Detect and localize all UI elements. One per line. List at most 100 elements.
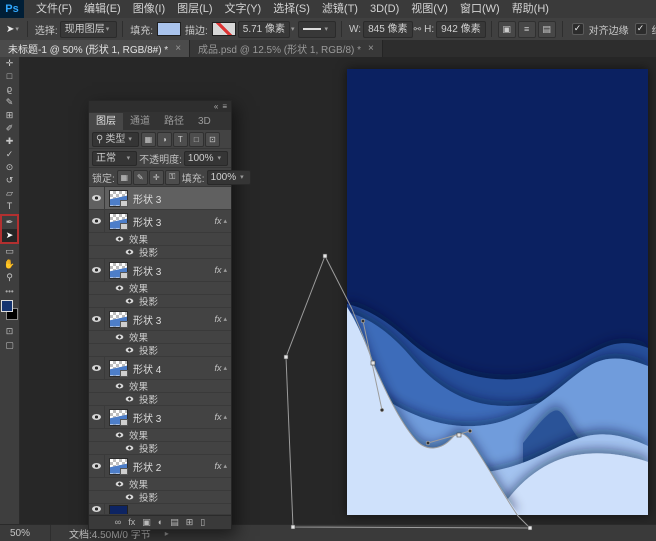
brush-tool[interactable]: ✓ (0, 148, 19, 161)
drop-shadow-row[interactable]: 投影 (89, 491, 231, 504)
fx-collapse-icon[interactable]: ▴ (223, 266, 227, 274)
fx-badge[interactable]: fx (214, 216, 221, 226)
tool-preset-dropdown-icon[interactable]: ▾ (15, 25, 19, 33)
layer-thumbnail[interactable] (109, 409, 128, 426)
lock-transparent-icon[interactable]: ▦ (117, 170, 132, 185)
filter-type-icon[interactable]: T (173, 132, 188, 147)
layer-thumbnail[interactable] (109, 458, 128, 475)
eraser-tool[interactable]: ▱ (0, 187, 19, 200)
layer-name[interactable]: 形状 3 (133, 263, 214, 278)
layer-name[interactable]: 形状 2 (133, 459, 214, 474)
new-layer-icon[interactable]: ⊞ (186, 516, 194, 529)
layer-fill-field[interactable]: 100% ▾ (207, 170, 251, 185)
layer-mask-icon[interactable]: ▣ (142, 516, 151, 529)
layer-row[interactable]: 形状 3 (89, 187, 231, 210)
stroke-style-dropdown[interactable]: ▾ (298, 21, 337, 38)
fx-badge[interactable]: fx (214, 461, 221, 471)
layer-name[interactable]: 形状 3 (133, 312, 214, 327)
lock-paint-icon[interactable]: ✎ (133, 170, 148, 185)
fx-collapse-icon[interactable]: ▴ (223, 217, 227, 225)
screen-mode-icon[interactable]: ▢ (5, 338, 14, 352)
effects-row[interactable]: 效果 (89, 478, 231, 491)
path-arrangement-icon[interactable]: ▤ (538, 21, 556, 38)
layer-thumbnail[interactable] (109, 311, 128, 328)
menu-item[interactable]: 帮助(H) (506, 0, 555, 18)
quick-mask-icon[interactable]: ⊡ (6, 324, 14, 338)
layer-row[interactable]: 形状 3 fx ▴ (89, 210, 231, 233)
shape-width-field[interactable]: 845 像素 (363, 21, 412, 38)
link-layers-icon[interactable]: ∞ (115, 516, 121, 529)
layer-row[interactable]: 形状 3 fx ▴ (89, 259, 231, 282)
effects-row[interactable]: 效果 (89, 233, 231, 246)
panel-tab-图层[interactable]: 图层 (89, 113, 123, 130)
close-icon[interactable]: × (175, 43, 181, 54)
zoom-tool[interactable]: ⚲ (0, 271, 19, 284)
eye-icon[interactable] (116, 481, 124, 486)
fx-badge[interactable]: fx (214, 265, 221, 275)
panel-tab-路径[interactable]: 路径 (157, 113, 191, 130)
history-brush-tool[interactable]: ↺ (0, 174, 19, 187)
layer-thumbnail[interactable] (109, 505, 128, 515)
eye-icon[interactable] (116, 285, 124, 290)
path-anchor-point[interactable] (323, 254, 327, 258)
move-tool[interactable]: ✛ (0, 57, 19, 70)
lock-move-icon[interactable]: ✛ (149, 170, 164, 185)
visibility-toggle[interactable] (89, 259, 105, 281)
path-anchor-point[interactable] (284, 355, 288, 359)
align-edges-checkbox[interactable]: ✓ (572, 23, 584, 35)
type-tool[interactable]: T (0, 200, 19, 213)
adjustment-layer-icon[interactable]: ◐ (158, 516, 163, 529)
layer-thumbnail[interactable] (109, 360, 128, 377)
lasso-tool[interactable]: ϱ (0, 83, 19, 96)
menu-item[interactable]: 视图(V) (405, 0, 454, 18)
panel-tab-通道[interactable]: 通道 (123, 113, 157, 130)
visibility-toggle[interactable] (89, 406, 105, 428)
path-operations-icon[interactable]: ▣ (498, 21, 516, 38)
layer-name[interactable]: 形状 3 (133, 410, 214, 425)
layer-name[interactable]: 形状 3 (133, 191, 231, 206)
menu-item[interactable]: 编辑(E) (78, 0, 127, 18)
effects-row[interactable]: 效果 (89, 331, 231, 344)
close-icon[interactable]: × (368, 43, 374, 54)
chevron-down-icon[interactable]: ▾ (291, 25, 295, 33)
edit-toolbar-icon[interactable]: ••• (5, 288, 13, 296)
menu-item[interactable]: 滤镜(T) (316, 0, 364, 18)
filter-pixel-icon[interactable]: ▦ (141, 132, 156, 147)
quick-selection-tool[interactable]: ✎ (0, 96, 19, 109)
shape-tool[interactable]: ▭ (0, 245, 19, 258)
menu-item[interactable]: 窗口(W) (454, 0, 506, 18)
eye-icon[interactable] (116, 236, 124, 241)
blend-mode-dropdown[interactable]: 正常 ▾ (92, 151, 137, 166)
drop-shadow-row[interactable]: 投影 (89, 344, 231, 357)
layer-group-icon[interactable]: ▤ (170, 516, 179, 529)
layer-name[interactable]: 形状 4 (133, 361, 214, 376)
panel-tab-3D[interactable]: 3D (191, 113, 218, 130)
layer-row[interactable]: 形状 3 fx ▴ (89, 406, 231, 429)
menu-item[interactable]: 图层(L) (171, 0, 218, 18)
fx-collapse-icon[interactable]: ▴ (223, 462, 227, 470)
healing-brush-tool[interactable]: ✚ (0, 135, 19, 148)
layer-style-icon[interactable]: fx (128, 516, 135, 529)
visibility-toggle[interactable] (89, 504, 105, 514)
foreground-color-swatch[interactable] (1, 300, 13, 312)
eye-icon[interactable] (126, 445, 134, 450)
drop-shadow-row[interactable]: 投影 (89, 246, 231, 259)
clone-stamp-tool[interactable]: ⊙ (0, 161, 19, 174)
collapse-panel-icon[interactable]: « (214, 101, 218, 112)
drop-shadow-row[interactable]: 投影 (89, 393, 231, 406)
effects-row[interactable]: 效果 (89, 380, 231, 393)
drop-shadow-row[interactable]: 投影 (89, 295, 231, 308)
crop-tool[interactable]: ⊞ (0, 109, 19, 122)
menu-item[interactable]: 图像(I) (127, 0, 171, 18)
layer-row[interactable]: 形状 3 fx ▴ (89, 308, 231, 331)
fill-color-swatch[interactable] (157, 22, 181, 36)
document-tab[interactable]: 未标题-1 @ 50% (形状 1, RGB/8#) * × (0, 40, 190, 57)
visibility-toggle[interactable] (89, 187, 105, 209)
path-alignment-icon[interactable]: ≡ (518, 21, 536, 38)
fx-badge[interactable]: fx (214, 363, 221, 373)
effects-row[interactable]: 效果 (89, 282, 231, 295)
fx-badge[interactable]: fx (214, 412, 221, 422)
hand-tool[interactable]: ✋ (0, 258, 19, 271)
visibility-toggle[interactable] (89, 357, 105, 379)
opacity-field[interactable]: 100% ▾ (184, 151, 228, 166)
